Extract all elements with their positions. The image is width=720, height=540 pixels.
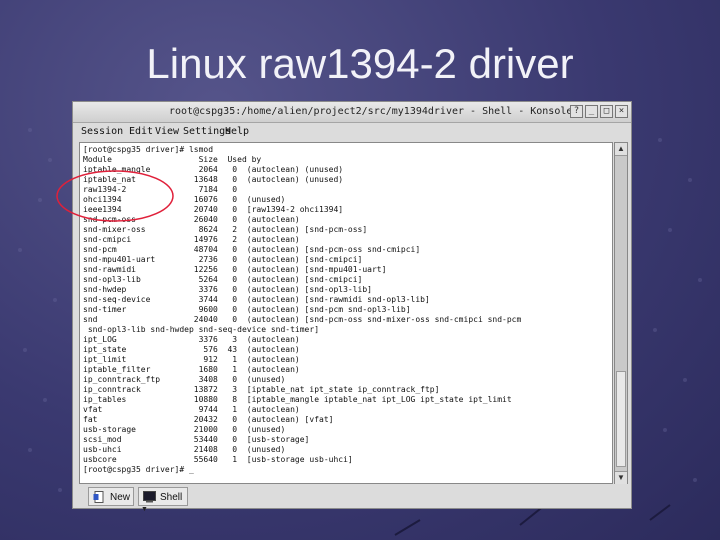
terminal-line: snd-opl3-lib snd-hwdep snd-seq-device sn… — [83, 325, 320, 334]
menu-view[interactable]: View — [155, 126, 179, 137]
terminal-line: snd-pcm 48704 0 (autoclean) [snd-pcm-oss… — [83, 245, 421, 254]
new-session-label: New — [110, 492, 131, 503]
new-session-button[interactable]: New ▼ — [88, 487, 148, 513]
menubar: Session Edit View Settings Help — [73, 123, 631, 140]
tab-shell-label: Shell — [160, 492, 183, 503]
menu-help[interactable]: Help — [225, 126, 249, 137]
terminal-line: ipt_state 576 43 (autoclean) — [83, 345, 300, 354]
terminal-line: iptable_nat 13648 0 (autoclean) (unused) — [83, 175, 344, 184]
terminal-line: snd-rawmidi 12256 0 (autoclean) [snd-mpu… — [83, 265, 387, 274]
minimize-button[interactable]: _ — [585, 105, 598, 118]
terminal-line: usb-uhci 21408 0 (unused) — [83, 445, 286, 454]
scroll-thumb[interactable] — [616, 371, 626, 467]
menu-settings[interactable]: Settings — [183, 126, 231, 137]
terminal-line: ipt_LOG 3376 3 (autoclean) — [83, 335, 300, 344]
terminal-line: raw1394-2 7184 0 — [83, 185, 238, 194]
terminal-prompt: [root@cspg35 driver]# _ — [83, 465, 194, 474]
terminal-line: snd-hwdep 3376 0 (autoclean) [snd-opl3-l… — [83, 285, 372, 294]
terminal-line: scsi_mod 53440 0 [usb-storage] — [83, 435, 310, 444]
terminal-output[interactable]: [root@cspg35 driver]# lsmod Module Size … — [79, 142, 613, 484]
scroll-down-icon[interactable]: ▼ — [615, 471, 627, 484]
terminal-line: snd-opl3-lib 5264 0 (autoclean) [snd-cmi… — [83, 275, 363, 284]
terminal-line: ohci1394 16076 0 (unused) — [83, 195, 286, 204]
terminal-line: ip_conntrack_ftp 3408 0 (unused) — [83, 375, 286, 384]
terminal-line: snd-pcm-oss 26040 0 (autoclean) — [83, 215, 300, 224]
maximize-button[interactable]: □ — [600, 105, 613, 118]
terminal-line: iptable_mangle 2064 0 (autoclean) (unuse… — [83, 165, 344, 174]
session-tabbar: New ▼ Shell — [73, 486, 631, 513]
terminal-line: ip_conntrack 13872 3 [iptable_nat ipt_st… — [83, 385, 440, 394]
terminal-line: snd-seq-device 3744 0 (autoclean) [snd-r… — [83, 295, 430, 304]
terminal-line: ip_tables 10880 8 [iptable_mangle iptabl… — [83, 395, 512, 404]
terminal-line: ipt_limit 912 1 (autoclean) — [83, 355, 300, 364]
scroll-up-icon[interactable]: ▲ — [615, 143, 627, 156]
window-titlebar[interactable]: root@cspg35:/home/alien/project2/src/my1… — [73, 102, 631, 123]
terminal-line: iptable_filter 1680 1 (autoclean) — [83, 365, 300, 374]
terminal-line: snd 24040 0 (autoclean) [snd-pcm-oss snd… — [83, 315, 522, 324]
terminal-line: snd-mpu401-uart 2736 0 (autoclean) [snd-… — [83, 255, 363, 264]
terminal-line: usbcore 55640 1 [usb-storage usb-uhci] — [83, 455, 353, 464]
new-document-icon — [93, 491, 104, 503]
terminal-scrollbar[interactable]: ▲ ▼ — [614, 142, 628, 484]
dropdown-arrow-icon[interactable]: ▼ — [141, 506, 148, 513]
terminal-line: usb-storage 21000 0 (unused) — [83, 425, 286, 434]
close-button[interactable]: × — [615, 105, 628, 118]
slide-title: Linux raw1394-2 driver — [146, 40, 574, 87]
background-lines — [394, 504, 671, 536]
terminal-line: vfat 9744 1 (autoclean) — [83, 405, 300, 414]
terminal-icon — [143, 491, 156, 503]
terminal-line: [root@cspg35 driver]# lsmod — [83, 145, 214, 154]
terminal-line: snd-cmipci 14976 2 (autoclean) — [83, 235, 300, 244]
terminal-line: ieee1394 20740 0 [raw1394-2 ohci1394] — [83, 205, 344, 214]
menu-edit[interactable]: Edit — [129, 126, 153, 137]
terminal-line: snd-timer 9600 0 (autoclean) [snd-pcm sn… — [83, 305, 411, 314]
terminal-line: snd-mixer-oss 8624 2 (autoclean) [snd-pc… — [83, 225, 368, 234]
tab-shell[interactable]: Shell — [138, 487, 188, 506]
konsole-window[interactable]: root@cspg35:/home/alien/project2/src/my1… — [72, 101, 632, 513]
terminal-line: Module Size Used by — [83, 155, 262, 164]
window-title: root@cspg35:/home/alien/project2/src/my1… — [169, 106, 573, 117]
menu-session[interactable]: Session — [81, 126, 123, 137]
help-button[interactable]: ? — [570, 105, 583, 118]
terminal-line: fat 20432 0 (autoclean) [vfat] — [83, 415, 334, 424]
